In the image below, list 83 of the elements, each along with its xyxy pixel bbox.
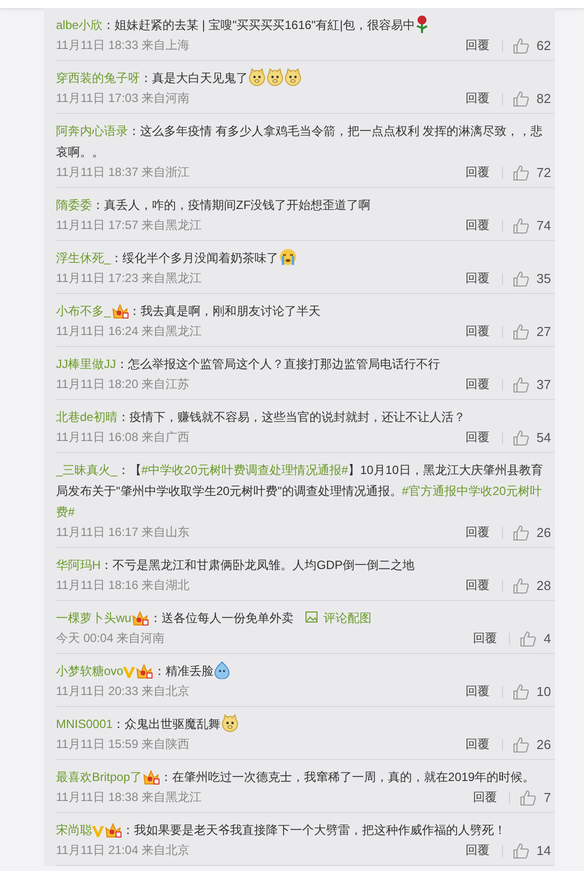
like-count: 26 [536, 524, 551, 542]
comment-text: 华阿玛H：不亏是黑龙江和甘肃俩卧龙凤雏。人均GDP倒一倒二之地 [56, 557, 416, 574]
comment-text: ：我如果要是老天爷我直接降下一个大劈雷，把这种作威作福的人劈死！ [122, 823, 506, 837]
comment-text: ：在肇州吃过一次德克士，我窜稀了一周，真的，就在2019年的时候。 [160, 770, 535, 784]
comment-text: 阿奔内心语录：这么多年疫情 有多少人拿鸡毛当令箭，把一点点权利 发挥的淋漓尽致，，悲哀啊。。 [56, 123, 544, 161]
like-count: 62 [536, 37, 551, 55]
reply-button[interactable]: 回覆 [466, 36, 490, 55]
comment-time: 11月11日 17:03 来自河南 [56, 90, 191, 107]
like-count: 14 [536, 842, 551, 860]
comment-time: 11月11日 15:59 来自陕西 [56, 736, 191, 753]
dog-emoji-icon [248, 68, 266, 86]
like-icon[interactable] [512, 164, 529, 180]
comment-time: 11月11日 17:23 来自黑龙江 [56, 270, 203, 287]
comment-time: 11月11日 18:38 来自黑龙江 [56, 789, 203, 806]
comment-text: 北巷de初晴：疫情下，赚钱就不容易，这些当官的说封就封，还让不让人活？ [56, 409, 466, 426]
like-count: 37 [536, 376, 551, 394]
like-icon[interactable] [512, 270, 529, 286]
like-icon[interactable] [520, 630, 536, 646]
like-icon[interactable] [512, 578, 529, 594]
reply-button[interactable]: 回覆 [466, 163, 490, 182]
like-count: 72 [536, 164, 551, 182]
like-count: 54 [536, 429, 551, 447]
like-count: 27 [536, 323, 551, 341]
like-count: 7 [544, 789, 551, 807]
reply-button[interactable]: 回覆 [466, 89, 490, 108]
comment-time: 11月11日 18:20 来自江苏 [56, 376, 191, 393]
like-icon[interactable] [512, 842, 529, 858]
reply-button[interactable]: 回覆 [466, 269, 490, 288]
rose-icon [414, 15, 429, 33]
comment-time: 11月11日 18:16 来自湖北 [56, 577, 191, 594]
comment-time: 11月11日 18:37 来自浙江 [56, 164, 191, 181]
comment-time: 11月11日 16:17 来自山东 [56, 524, 191, 541]
comment-text: 穿西装的兔子呀：真是大白天见鬼了 [56, 68, 551, 89]
comment-time: 11月11日 21:04 来自北京 [56, 842, 191, 859]
like-icon[interactable] [512, 524, 529, 540]
image-icon [305, 611, 318, 623]
comment-time: 11月11日 16:08 来自广西 [56, 429, 191, 446]
crying-emoji-icon [278, 248, 297, 266]
comment-text: JJ棒里做JJ：怎么举报这个监管局这个人？直接打那边监管局电话行不行 [56, 356, 441, 373]
reply-button[interactable]: 回覆 [466, 428, 490, 447]
like-icon[interactable] [512, 684, 529, 700]
comment-time: 今天 00:04 来自河南 [56, 630, 166, 647]
reply-button[interactable]: 回覆 [466, 841, 490, 860]
like-icon[interactable] [512, 736, 529, 752]
like-count: 28 [536, 577, 551, 595]
like-icon[interactable] [512, 376, 529, 392]
dog-emoji-icon [220, 714, 239, 732]
comment-time: 11月11日 16:24 来自黑龙江 [56, 323, 203, 340]
comment-text: ：精准丢脸 [153, 664, 232, 678]
dog-emoji-icon [266, 68, 284, 86]
like-count: 82 [536, 90, 551, 108]
like-icon[interactable] [512, 90, 529, 106]
like-icon[interactable] [512, 38, 529, 54]
like-icon[interactable] [512, 218, 529, 234]
like-icon[interactable] [520, 790, 536, 806]
comment-text: ：我去真是啊，刚和朋友讨论了半天 [128, 304, 321, 318]
comment-time: 11月11日 18:33 来自上海 [56, 37, 191, 54]
comment-time: 11月11日 20:33 来自北京 [56, 683, 191, 700]
reply-button[interactable]: 回覆 [466, 375, 490, 394]
comment-time: 11月11日 17:57 来自黑龙江 [56, 217, 203, 234]
like-count: 26 [536, 736, 551, 754]
comment-text: ：送各位每人一份免单外卖 评论配图 [149, 611, 372, 625]
like-count: 35 [536, 270, 551, 288]
comment-text: MNIS0001：众鬼出世驱魔乱舞 [56, 714, 551, 735]
reply-button[interactable]: 回覆 [466, 523, 490, 542]
like-count: 4 [544, 630, 551, 648]
reply-button[interactable]: 回覆 [466, 576, 490, 595]
reply-button[interactable]: 回覆 [466, 216, 490, 235]
comment-text: 浮生休死_：绥化半个多月没闻着奶茶味了 [56, 248, 551, 269]
like-count: 74 [536, 217, 551, 235]
reply-button[interactable]: 回覆 [466, 735, 490, 754]
reply-button[interactable]: 回覆 [466, 682, 490, 701]
like-icon[interactable] [512, 430, 529, 446]
reply-button[interactable]: 回覆 [466, 322, 490, 341]
like-icon[interactable] [512, 324, 529, 340]
reply-button[interactable]: 回覆 [472, 788, 497, 807]
like-count: 10 [536, 683, 551, 701]
dog-emoji-icon [284, 68, 302, 86]
splash-emoji-icon [213, 661, 232, 679]
comment-text: albe小欣：姐妹赶紧的去某 | 宝嗖"买买买买1616"有紅|包，很容易中 [56, 15, 551, 36]
comment-text: 隋委委：真丢人，咋的，疫情期间ZF没钱了开始想歪道了啊 [56, 197, 372, 214]
reply-button[interactable]: 回覆 [472, 629, 497, 648]
comment-text: _三昧真火_：【#中学收20元树叶费调查处理情况通报#】10月10日，黑龙江大庆肇州县教育局发布关于"肇州中学收取学生20元树叶费"的调查处理情况通报。#官方通报中学收20元树叶费# [56, 462, 544, 521]
